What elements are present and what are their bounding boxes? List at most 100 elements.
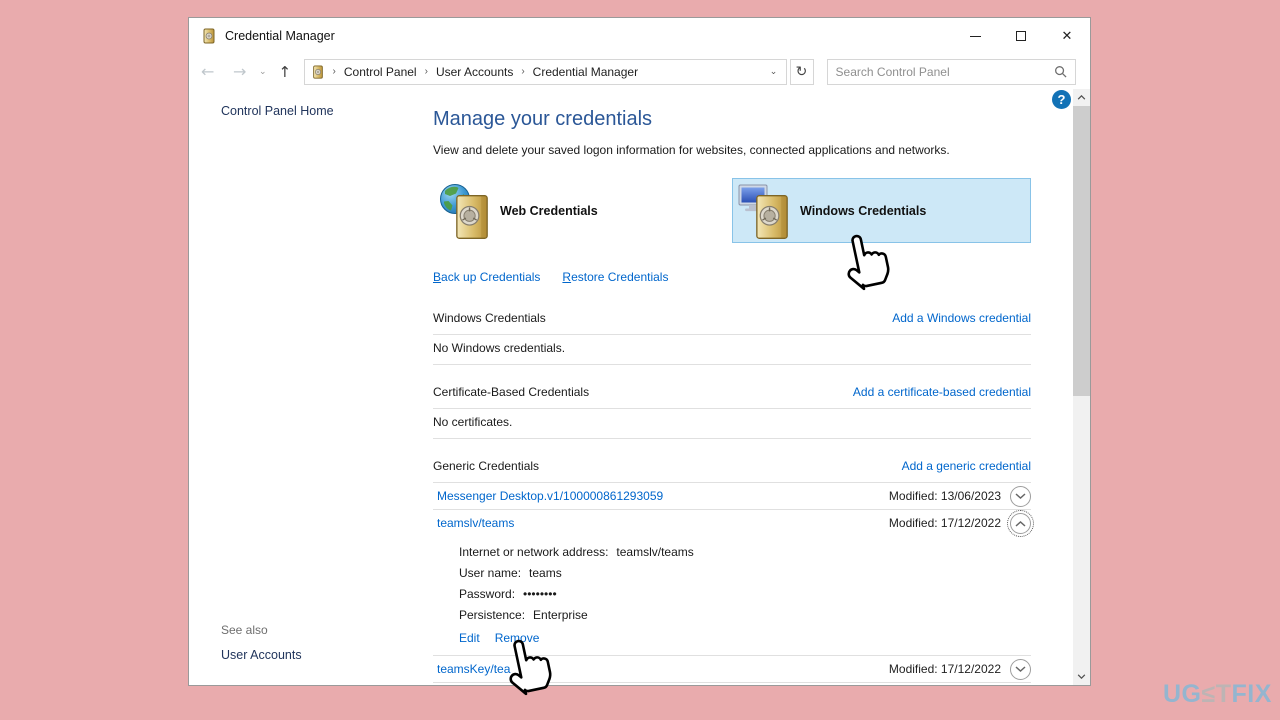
breadcrumb-separator: › <box>521 66 524 77</box>
minimize-button[interactable] <box>952 18 998 54</box>
credential-row-teamslv[interactable]: teamslv/teams Modified: 17/12/2022 <box>433 510 1031 536</box>
windows-credentials-section-header: Windows Credentials Add a Windows creden… <box>433 311 1031 334</box>
detail-username: User name: teams <box>459 563 1031 584</box>
scroll-up-button[interactable] <box>1073 89 1090 106</box>
add-generic-credential-link[interactable]: Add a generic credential <box>902 459 1031 473</box>
section-title: Windows Credentials <box>433 311 546 325</box>
generic-credentials-section-header: Generic Credentials Add a generic creden… <box>433 459 1031 482</box>
chevron-down-icon <box>1015 666 1026 673</box>
refresh-button[interactable]: ↻ <box>790 59 814 85</box>
watermark-part: ≤T <box>1202 680 1232 708</box>
add-certificate-credential-link[interactable]: Add a certificate-based credential <box>853 385 1031 399</box>
windows-credentials-label: Windows Credentials <box>800 204 926 218</box>
breadcrumb-credential-manager[interactable]: Credential Manager <box>533 65 638 79</box>
detail-value: teamslv/teams <box>616 545 693 559</box>
breadcrumb-separator: › <box>425 66 428 77</box>
watermark-part: FIX <box>1232 680 1272 708</box>
see-also-group: See also User Accounts <box>221 623 302 662</box>
vertical-scrollbar[interactable] <box>1073 89 1090 685</box>
chevron-up-icon <box>1015 520 1026 527</box>
page-description: View and delete your saved logon informa… <box>433 143 1031 157</box>
section-title: Generic Credentials <box>433 459 539 473</box>
up-icon[interactable]: ↑ <box>279 63 293 81</box>
web-credentials-label: Web Credentials <box>500 204 598 218</box>
certificate-credentials-section-header: Certificate-Based Credentials Add a cert… <box>433 385 1031 408</box>
address-safe-icon <box>311 65 325 79</box>
maximize-button[interactable] <box>998 18 1044 54</box>
credential-meta: Modified: 13/06/2023 <box>889 486 1031 507</box>
detail-label: User name: <box>459 566 521 580</box>
scrollbar-thumb[interactable] <box>1073 106 1090 396</box>
navigation-toolbar: ← → ⌄ ↑ › Control Panel › User Accounts … <box>189 54 1090 89</box>
web-credentials-icon <box>438 182 490 240</box>
maximize-icon <box>1016 31 1026 41</box>
windows-credentials-icon <box>738 182 790 240</box>
credential-meta: Modified: 17/12/2022 <box>889 659 1031 680</box>
scroll-down-button[interactable] <box>1073 668 1090 685</box>
credential-meta: Modified: 17/12/2022 <box>889 513 1031 534</box>
detail-value: Enterprise <box>533 608 588 622</box>
detail-value: •••••••• <box>523 587 557 601</box>
address-dropdown-icon[interactable]: ⌄ <box>765 67 783 77</box>
expand-button[interactable] <box>1010 659 1031 680</box>
chevron-down-icon <box>1015 493 1026 500</box>
detail-label: Persistence: <box>459 608 525 622</box>
detail-value: teams <box>529 566 562 580</box>
app-safe-icon <box>201 28 217 44</box>
add-windows-credential-link[interactable]: Add a Windows credential <box>892 311 1031 325</box>
credential-meta <box>1010 686 1031 687</box>
no-certificates-text: No certificates. <box>433 409 1031 438</box>
search-box <box>827 59 1076 85</box>
breadcrumb-user-accounts[interactable]: User Accounts <box>436 65 513 79</box>
detail-address: Internet or network address:teamslv/team… <box>459 542 1031 563</box>
credential-name[interactable]: teamslv/teams <box>437 516 514 530</box>
search-icon[interactable] <box>1054 65 1067 78</box>
credential-name[interactable]: Messenger Desktop.v1/100000861293059 <box>437 489 663 503</box>
ugetfix-watermark: UG≤TFIX <box>1163 680 1272 709</box>
backup-restore-row: Back up Credentials Restore Credentials <box>433 270 1031 284</box>
detail-persistence: Persistence: Enterprise <box>459 605 1031 626</box>
close-button[interactable]: ✕ <box>1044 18 1090 54</box>
scroll-up-icon <box>1077 95 1086 100</box>
back-icon[interactable]: ← <box>201 62 217 81</box>
web-credentials-tile[interactable]: Web Credentials <box>433 178 732 243</box>
scroll-down-icon <box>1077 674 1086 679</box>
modified-date: Modified: 17/12/2022 <box>889 662 1001 676</box>
modified-date: Modified: 13/06/2023 <box>889 489 1001 503</box>
divider <box>433 438 1031 439</box>
sidebar-item-control-panel-home[interactable]: Control Panel Home <box>221 104 334 118</box>
close-icon: ✕ <box>1062 29 1073 44</box>
credential-row-messenger[interactable]: Messenger Desktop.v1/100000861293059 Mod… <box>433 483 1031 509</box>
refresh-icon: ↻ <box>796 64 808 80</box>
sidebar: Control Panel Home See also User Account… <box>189 89 426 685</box>
window-title: Credential Manager <box>225 29 335 43</box>
window-controls: ✕ <box>952 18 1090 54</box>
edit-link[interactable]: Edit <box>459 631 480 645</box>
desktop: { "window": { "title": "Credential Manag… <box>0 0 1280 720</box>
backup-credentials-link[interactable]: Back up Credentials <box>433 270 540 284</box>
main-content: Manage your credentials View and delete … <box>426 89 1073 685</box>
breadcrumb-separator: › <box>333 66 336 77</box>
divider <box>433 364 1031 365</box>
search-input[interactable] <box>836 65 1054 79</box>
page-title: Manage your credentials <box>433 108 1031 131</box>
expand-button[interactable] <box>1010 486 1031 507</box>
titlebar[interactable]: Credential Manager ✕ <box>189 18 1090 54</box>
detail-password: Password: •••••••• <box>459 584 1031 605</box>
address-bar[interactable]: › Control Panel › User Accounts › Creden… <box>304 59 787 85</box>
see-also-label: See also <box>221 623 302 637</box>
minimize-icon <box>970 36 981 37</box>
expand-button[interactable] <box>1010 686 1031 687</box>
collapse-button[interactable] <box>1010 513 1031 534</box>
no-windows-credentials-text: No Windows credentials. <box>433 335 1031 364</box>
history-dropdown-icon[interactable]: ⌄ <box>259 67 267 77</box>
credential-details: Internet or network address:teamslv/team… <box>433 536 1031 626</box>
restore-credentials-link[interactable]: Restore Credentials <box>562 270 668 284</box>
watermark-part: UG <box>1163 680 1202 708</box>
modified-date: Modified: 17/12/2022 <box>889 516 1001 530</box>
sidebar-item-user-accounts[interactable]: User Accounts <box>221 648 302 662</box>
breadcrumb-control-panel[interactable]: Control Panel <box>344 65 417 79</box>
window-body: ? Control Panel Home See also User Accou… <box>189 89 1090 685</box>
forward-icon[interactable]: → <box>233 62 249 81</box>
detail-label: Password: <box>459 587 515 601</box>
